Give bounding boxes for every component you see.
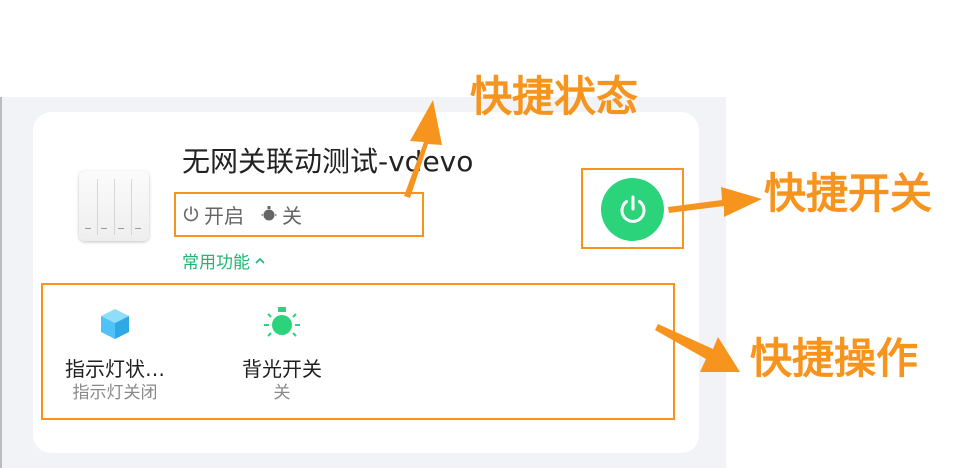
annotation-arrows (404, 100, 762, 372)
arrow-to-operation (655, 324, 740, 372)
callout-quick-status: 快捷状态 (470, 72, 639, 121)
arrow-to-status (404, 100, 442, 198)
arrow-to-switch (668, 187, 762, 217)
callout-quick-switch: 快捷开关 (764, 169, 933, 218)
callout-quick-operation: 快捷操作 (750, 334, 919, 383)
